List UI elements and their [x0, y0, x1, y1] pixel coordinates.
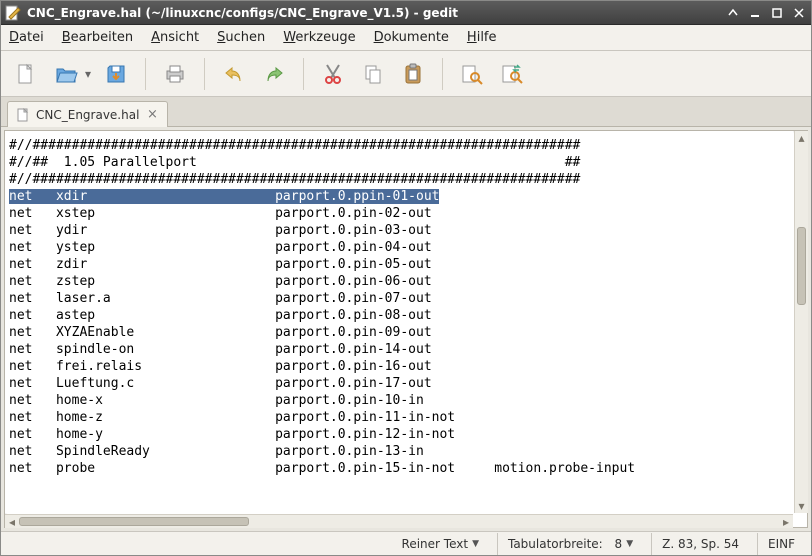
document-tab[interactable]: CNC_Engrave.hal ×: [7, 101, 168, 127]
vertical-scrollbar[interactable]: ▴ ▾: [794, 131, 808, 513]
file-icon: [16, 108, 30, 122]
open-file-button[interactable]: [49, 57, 83, 91]
save-button[interactable]: [99, 57, 133, 91]
titlebar: CNC_Engrave.hal (~/linuxcnc/configs/CNC_…: [1, 1, 811, 25]
menu-documents[interactable]: Dokumente: [374, 30, 449, 45]
find-button[interactable]: [455, 57, 489, 91]
editor-line: net frei.relais parport.0.pin-16-out: [9, 358, 789, 375]
tabbar: CNC_Engrave.hal ×: [1, 97, 811, 127]
editor-line: net home-x parport.0.pin-10-in: [9, 392, 789, 409]
editor-line: net ystep parport.0.pin-04-out: [9, 239, 789, 256]
toolbar-separator: [204, 58, 205, 90]
editor-line: net ydir parport.0.pin-03-out: [9, 222, 789, 239]
editor-line: net xstep parport.0.pin-02-out: [9, 205, 789, 222]
cut-button[interactable]: [316, 57, 350, 91]
open-recent-dropdown[interactable]: ▾: [83, 67, 93, 81]
maximize-button[interactable]: [769, 6, 785, 20]
rollup-button[interactable]: [725, 6, 741, 20]
editor-line: net home-z parport.0.pin-11-in-not: [9, 409, 789, 426]
editor-area: #//#####################################…: [1, 127, 811, 531]
editor-line: net SpindleReady parport.0.pin-13-in: [9, 443, 789, 460]
menu-help[interactable]: Hilfe: [467, 30, 497, 45]
copy-button[interactable]: [356, 57, 390, 91]
editor-line: net home-y parport.0.pin-12-in-not: [9, 426, 789, 443]
editor-line: #//#####################################…: [9, 171, 789, 188]
scroll-right-arrow[interactable]: ▸: [779, 515, 793, 528]
language-selector[interactable]: Reiner Text ▼: [392, 533, 489, 555]
print-button[interactable]: [158, 57, 192, 91]
window-buttons: [725, 6, 807, 20]
toolbar: ▾: [1, 51, 811, 97]
toolbar-separator: [303, 58, 304, 90]
horizontal-scrollbar[interactable]: ◂ ▸: [5, 514, 793, 528]
menu-view[interactable]: Ansicht: [151, 30, 199, 45]
scroll-left-arrow[interactable]: ◂: [5, 515, 19, 528]
new-file-button[interactable]: [9, 57, 43, 91]
scroll-v-thumb[interactable]: [797, 227, 806, 305]
tab-close-button[interactable]: ×: [145, 108, 159, 122]
editor-line: net spindle-on parport.0.pin-14-out: [9, 341, 789, 358]
tab-label: CNC_Engrave.hal: [36, 108, 139, 122]
cursor-position: Z. 83, Sp. 54: [651, 533, 749, 555]
menu-search[interactable]: Suchen: [217, 30, 265, 45]
editor-line: net XYZAEnable parport.0.pin-09-out: [9, 324, 789, 341]
minimize-button[interactable]: [747, 6, 763, 20]
scroll-h-thumb[interactable]: [19, 517, 249, 526]
language-label: Reiner Text: [402, 537, 469, 551]
toolbar-separator: [145, 58, 146, 90]
menu-file[interactable]: Datei: [9, 30, 44, 45]
editor-line: net laser.a parport.0.pin-07-out: [9, 290, 789, 307]
scroll-up-arrow[interactable]: ▴: [795, 131, 808, 145]
scroll-down-arrow[interactable]: ▾: [795, 499, 808, 513]
chevron-down-icon: ▼: [472, 539, 479, 549]
editor-line: #//#####################################…: [9, 137, 789, 154]
gedit-app-icon: [5, 5, 21, 21]
editor-line: net zdir parport.0.pin-05-out: [9, 256, 789, 273]
tab-width-value: 8: [615, 537, 623, 551]
tab-width-selector[interactable]: Tabulatorbreite: 8 ▼: [497, 533, 643, 555]
editor-line: net astep parport.0.pin-08-out: [9, 307, 789, 324]
insert-mode[interactable]: EINF: [757, 533, 805, 555]
text-editor[interactable]: #//#####################################…: [5, 131, 793, 513]
editor-line: net Lueftung.c parport.0.pin-17-out: [9, 375, 789, 392]
menu-tools[interactable]: Werkzeuge: [283, 30, 355, 45]
paste-button[interactable]: [396, 57, 430, 91]
tab-width-label: Tabulatorbreite:: [508, 537, 603, 551]
undo-button[interactable]: [217, 57, 251, 91]
window-title: CNC_Engrave.hal (~/linuxcnc/configs/CNC_…: [27, 6, 719, 20]
statusbar: Reiner Text ▼ Tabulatorbreite: 8 ▼ Z. 83…: [1, 531, 811, 555]
toolbar-separator: [442, 58, 443, 90]
menu-edit[interactable]: Bearbeiten: [62, 30, 133, 45]
redo-button[interactable]: [257, 57, 291, 91]
editor-line: net xdir parport.0.ppin-01-out: [9, 188, 789, 205]
close-button[interactable]: [791, 6, 807, 20]
editor-line: net zstep parport.0.pin-06-out: [9, 273, 789, 290]
menubar: Datei Bearbeiten Ansicht Suchen Werkzeug…: [1, 25, 811, 51]
chevron-down-icon: ▼: [626, 539, 633, 549]
replace-button[interactable]: [495, 57, 529, 91]
editor-line: net probe parport.0.pin-15-in-not motion…: [9, 460, 789, 477]
editor-line: #//## 1.05 Parallelport ##: [9, 154, 789, 171]
